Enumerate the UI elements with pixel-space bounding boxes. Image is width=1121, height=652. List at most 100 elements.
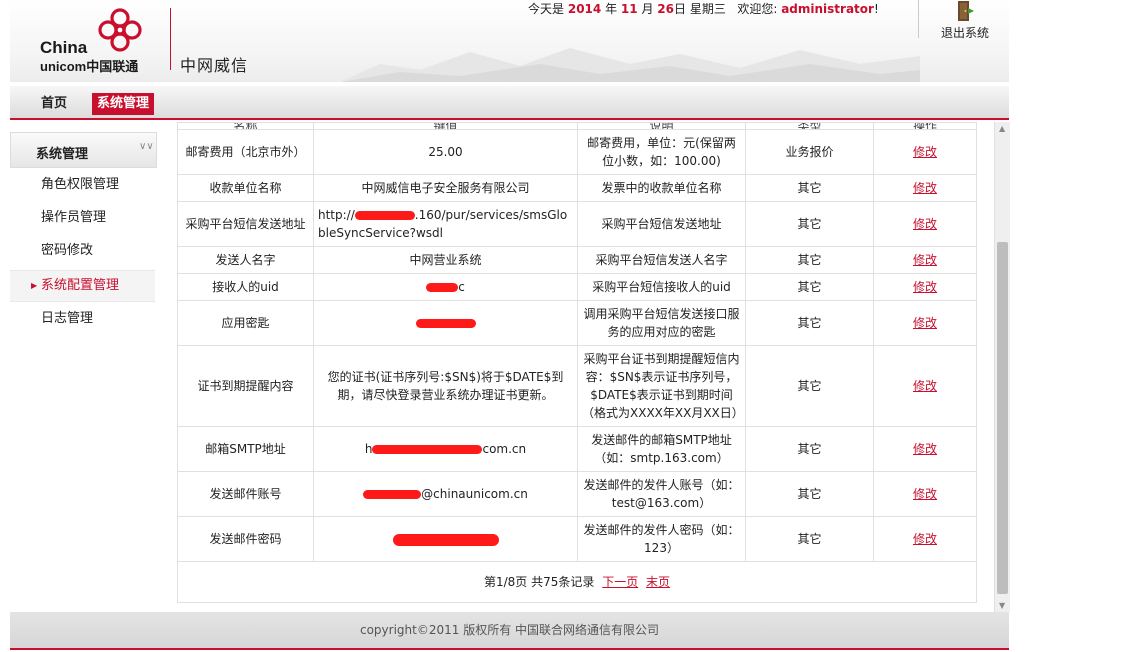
sidebar-item-label: 操作员管理 (41, 210, 107, 225)
next-page-link[interactable]: 下一页 (602, 575, 638, 589)
footer: copyright©2011 版权所有 中国联合网络通信有限公司 (10, 612, 1009, 650)
cell-name: 收款单位名称 (177, 174, 314, 202)
table-header-row: 名称 键值 说明 类型 操作 (177, 122, 977, 130)
redaction-mark (426, 283, 459, 292)
cell-name: 发送邮件密码 (177, 516, 314, 562)
cell-desc: 发送邮件的发件人密码（如：123） (577, 516, 746, 562)
cell-value: h com.cn (313, 426, 578, 472)
logout-label: 退出系统 (940, 26, 989, 40)
date-day: 26 (657, 2, 674, 16)
date-weekday: 星期三 (689, 2, 726, 16)
sidebar: 系统管理 ∨∨ 角色权限管理 操作员管理 密码修改 ▶ 系统配置管理 日志管理 (10, 122, 163, 612)
cell-desc: 发送邮件的发件人账号（如：test@163.com） (577, 471, 746, 517)
edit-link[interactable]: 修改 (913, 379, 937, 393)
cell-value: @chinaunicom.cn (313, 471, 578, 517)
top-nav: 首页 系统管理 (10, 86, 1009, 120)
tab-home[interactable]: 首页 (36, 93, 72, 115)
vertical-scrollbar[interactable]: ▲ ▼ (994, 122, 1010, 612)
redaction-mark (363, 490, 422, 499)
sidebar-item-operators[interactable]: 操作员管理 (10, 203, 155, 233)
last-page-link[interactable]: 末页 (646, 575, 670, 589)
scrollbar-thumb[interactable] (997, 242, 1008, 594)
sidebar-item-logs[interactable]: 日志管理 (10, 304, 155, 334)
cell-desc: 邮寄费用，单位：元(保留两位小数，如：100.00) (577, 129, 746, 175)
logo-divider (170, 8, 171, 70)
pagination: 第1/8页 共75条记录 下一页 末页 (177, 561, 977, 603)
cell-name: 邮寄费用（北京市外） (177, 129, 314, 175)
sidebar-title: 系统管理 (36, 147, 89, 162)
cell-desc: 采购平台短信发送地址 (577, 201, 746, 247)
column-header: 说明 (577, 122, 746, 130)
table-row: 发送人名字 中网营业系统 采购平台短信发送人名字 其它 修改 (177, 246, 977, 274)
cell-type: 其它 (745, 201, 874, 247)
logout-button[interactable]: 退出系统 (938, 0, 992, 41)
table-row: 邮寄费用（北京市外） 25.00 邮寄费用，单位：元(保留两位小数，如：100.… (177, 129, 977, 175)
date-month: 11 (620, 2, 638, 16)
cell-desc: 采购平台短信发送人名字 (577, 246, 746, 274)
edit-link[interactable]: 修改 (913, 487, 937, 501)
cell-value: 25.00 (313, 129, 578, 175)
redaction-mark (354, 211, 415, 220)
sidebar-item-password-change[interactable]: 密码修改 (10, 236, 155, 266)
cell-desc: 调用采购平台短信发送接口服务的应用对应的密匙 (577, 300, 746, 346)
sidebar-item-role-permissions[interactable]: 角色权限管理 (10, 170, 155, 200)
sidebar-header[interactable]: 系统管理 ∨∨ (10, 132, 157, 168)
cell-value (313, 516, 578, 562)
mountain-background (340, 48, 920, 82)
table-row: 应用密匙 调用采购平台短信发送接口服务的应用对应的密匙 其它 修改 (177, 300, 977, 346)
column-header: 名称 (177, 122, 314, 130)
cell-desc: 采购平台证书到期提醒短信内容：$SN$表示证书序列号，$DATE$表示证书到期时… (577, 345, 746, 427)
header: China unicom中国联通 中网威信 今天是 2014 年 11 月 26… (10, 0, 1009, 82)
main-content: 名称 键值 说明 类型 操作 邮寄费用（北京市外） 25.00 邮寄费用，单位：… (162, 122, 1009, 612)
edit-link[interactable]: 修改 (913, 316, 937, 330)
table-row: 邮箱SMTP地址 h com.cn 发送邮件的邮箱SMTP地址（如：smtp.16… (177, 426, 977, 472)
redaction-mark (415, 319, 476, 328)
value-suffix: com.cn (482, 442, 527, 456)
table-row: 证书到期提醒内容 您的证书(证书序列号:$SN$)将于$DATE$到期，请尽快登… (177, 345, 977, 427)
cell-name: 邮箱SMTP地址 (177, 426, 314, 472)
copyright-text: copyright©2011 版权所有 中国联合网络通信有限公司 (359, 623, 660, 637)
sidebar-item-system-config[interactable]: ▶ 系统配置管理 (10, 270, 155, 302)
sidebar-item-label: 日志管理 (41, 311, 94, 326)
edit-link[interactable]: 修改 (913, 253, 937, 267)
cell-value: 您的证书(证书序列号:$SN$)将于$DATE$到期，请尽快登录营业系统办理证书… (313, 345, 578, 427)
cell-type: 业务报价 (745, 129, 874, 175)
config-table: 名称 键值 说明 类型 操作 邮寄费用（北京市外） 25.00 邮寄费用，单位：… (177, 122, 977, 603)
table-row: 采购平台短信发送地址 http://.160/pur/services/smsG… (177, 201, 977, 247)
date-year: 2014 (567, 2, 602, 16)
value-prefix: h (364, 442, 373, 456)
value-prefix: http:// (318, 208, 355, 222)
double-chevron-down-icon[interactable]: ∨∨ (139, 141, 154, 152)
table-row: 发送邮件账号 @chinaunicom.cn 发送邮件的发件人账号（如：test… (177, 471, 977, 517)
cell-name: 应用密匙 (177, 300, 314, 346)
tab-system-management[interactable]: 系统管理 (92, 93, 155, 115)
date-year-unit: 年 (605, 2, 618, 16)
brand-name: 中网威信 (180, 56, 249, 75)
edit-link[interactable]: 修改 (913, 532, 937, 546)
cell-name: 发送人名字 (177, 246, 314, 274)
sidebar-item-label: 系统配置管理 (41, 278, 120, 293)
welcome-label: 欢迎您: (737, 2, 778, 16)
redaction-mark (372, 445, 483, 454)
table-row: 接收人的uid c 采购平台短信接收人的uid 其它 修改 (177, 273, 977, 301)
cell-type: 其它 (745, 246, 874, 274)
app-frame: China unicom中国联通 中网威信 今天是 2014 年 11 月 26… (10, 0, 1010, 652)
edit-link[interactable]: 修改 (913, 442, 937, 456)
scroll-up-arrow-icon[interactable]: ▲ (999, 124, 1005, 133)
redaction-mark (392, 533, 499, 546)
edit-link[interactable]: 修改 (913, 280, 937, 294)
cell-type: 其它 (745, 345, 874, 427)
cell-value (313, 300, 578, 346)
date-welcome-bar: 今天是 2014 年 11 月 26日 星期三 欢迎您: administrat… (528, 0, 879, 17)
column-header: 类型 (745, 122, 874, 130)
logo-text-china: China (40, 38, 88, 57)
edit-link[interactable]: 修改 (913, 181, 937, 195)
cell-name: 证书到期提醒内容 (177, 345, 314, 427)
edit-link[interactable]: 修改 (913, 145, 937, 159)
exit-door-icon (958, 1, 974, 21)
edit-link[interactable]: 修改 (913, 217, 937, 231)
value-suffix: c (458, 280, 465, 294)
sidebar-item-label: 角色权限管理 (41, 177, 120, 192)
scroll-down-arrow-icon[interactable]: ▼ (999, 601, 1005, 610)
cell-type: 其它 (745, 426, 874, 472)
